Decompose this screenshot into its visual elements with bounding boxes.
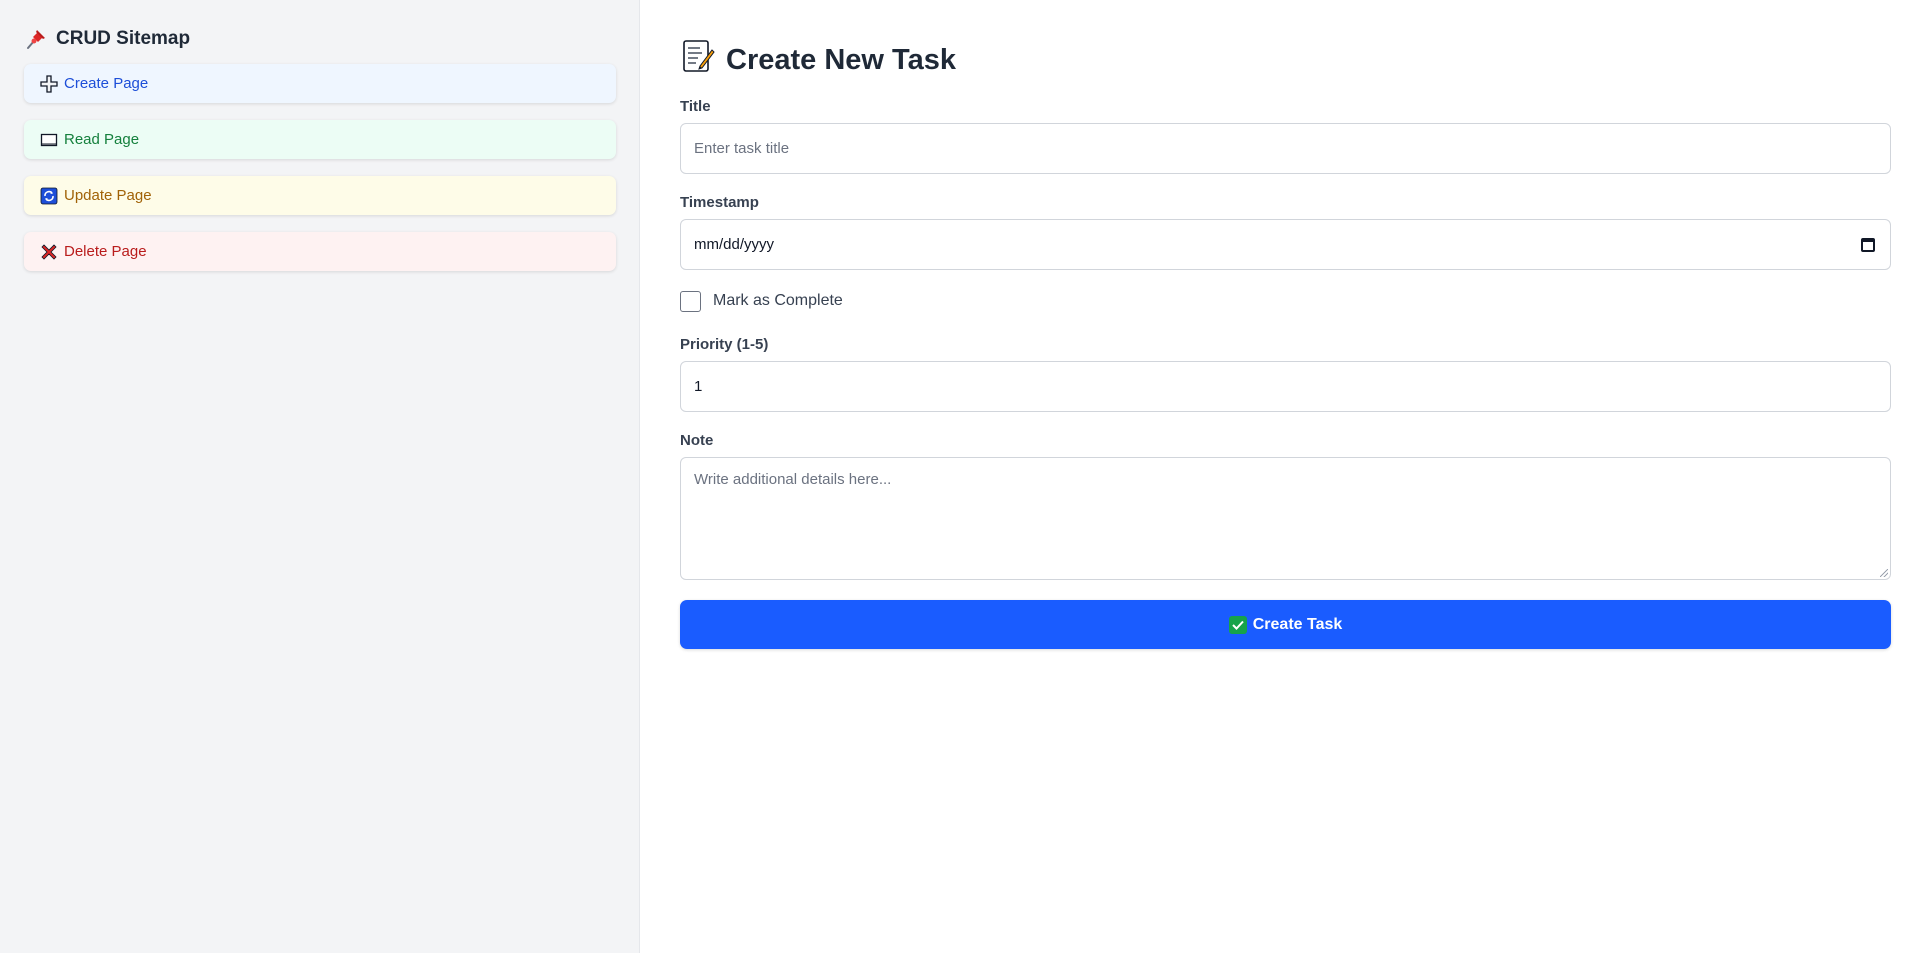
- book-icon: [40, 131, 58, 149]
- note-placeholder: Write additional details here...: [694, 471, 892, 488]
- timestamp-field-group: Timestamp mm/dd/yyyy: [680, 194, 1891, 270]
- priority-value: 1: [694, 378, 703, 395]
- timestamp-label: Timestamp: [680, 194, 759, 211]
- app-root: CRUD Sitemap Create Page Read Page Updat…: [0, 0, 1920, 953]
- note-label: Note: [680, 432, 714, 449]
- plus-icon: [40, 74, 58, 93]
- complete-checkbox[interactable]: [680, 290, 701, 312]
- create-task-label: Create Task: [1252, 615, 1343, 633]
- sidebar-item-label: Read Page: [64, 131, 140, 148]
- title-label: Title: [680, 98, 711, 115]
- sidebar: CRUD Sitemap Create Page Read Page Updat…: [0, 0, 640, 953]
- priority-field-group: Priority (1-5) 1: [680, 336, 1891, 412]
- priority-input[interactable]: 1: [680, 361, 1891, 412]
- timestamp-placeholder: mm/dd/yyyy: [694, 236, 775, 253]
- sidebar-item-delete[interactable]: Delete Page: [24, 232, 616, 271]
- complete-checkbox-row: Mark as Complete: [680, 290, 1891, 312]
- title-placeholder: Enter task title: [694, 140, 790, 157]
- complete-label: Mark as Complete: [713, 292, 843, 309]
- refresh-icon: [40, 187, 58, 205]
- timestamp-input[interactable]: mm/dd/yyyy: [680, 219, 1891, 270]
- resize-handle[interactable]: [1880, 569, 1888, 577]
- sidebar-item-create[interactable]: Create Page: [24, 64, 616, 103]
- memo-icon: [680, 38, 716, 82]
- priority-label: Priority (1-5): [680, 336, 769, 353]
- sidebar-item-label: Create Page: [64, 75, 149, 92]
- note-textarea[interactable]: Write additional details here...: [680, 457, 1891, 580]
- create-task-button[interactable]: Create Task: [680, 600, 1891, 649]
- cross-icon: [40, 243, 58, 261]
- check-mark-icon: [1228, 615, 1247, 634]
- sidebar-item-read[interactable]: Read Page: [24, 120, 616, 159]
- title-input[interactable]: Enter task title: [680, 123, 1891, 174]
- sidebar-title: CRUD Sitemap: [56, 28, 191, 49]
- sidebar-item-label: Delete Page: [64, 243, 147, 260]
- title-field-group: Title Enter task title: [680, 98, 1891, 174]
- page-title-text: Create New Task: [726, 43, 956, 76]
- sidebar-item-update[interactable]: Update Page: [24, 176, 616, 215]
- calendar-icon[interactable]: [1861, 237, 1875, 252]
- note-field-group: Note Write additional details here...: [680, 432, 1891, 580]
- pushpin-icon: [24, 27, 48, 51]
- sidebar-header: CRUD Sitemap: [24, 24, 615, 54]
- sidebar-item-label: Update Page: [64, 187, 152, 204]
- page-title: Create New Task: [680, 34, 1891, 86]
- main-content: Create New Task Title Enter task title T…: [640, 0, 1920, 953]
